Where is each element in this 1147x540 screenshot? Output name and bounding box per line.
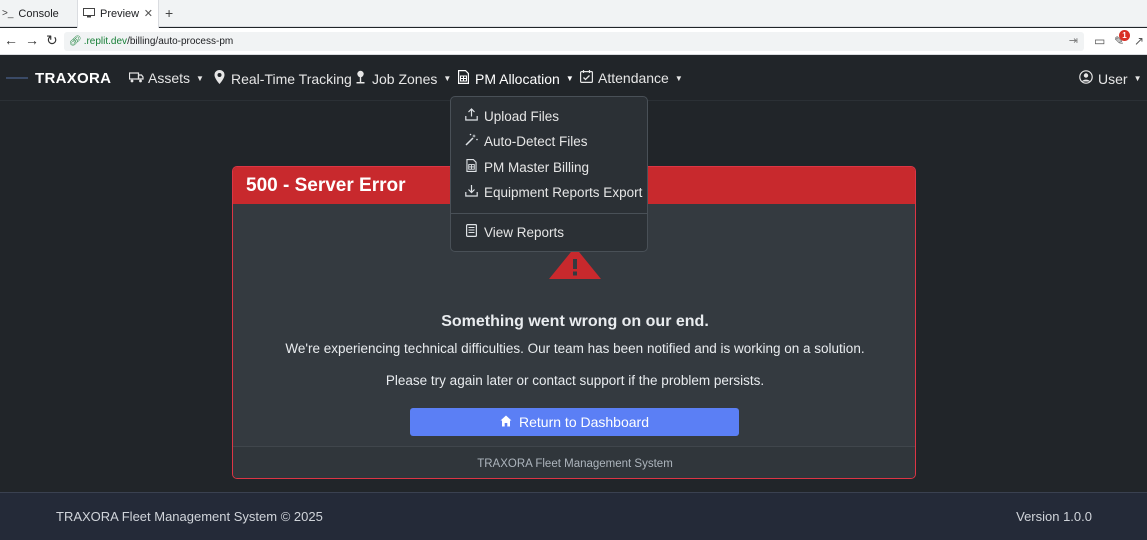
nav-item-job-zones[interactable]: Job Zones ▼ [352,70,451,87]
menu-item-equipment-reports-export[interactable]: Equipment Reports Export [464,184,642,200]
nav-item-label: Job Zones [372,70,438,87]
tab-console-label: Console [18,7,59,20]
menu-item-auto-detect-files[interactable]: Auto-Detect Files [464,133,588,149]
menu-item-pm-master-billing[interactable]: PM Master Billing [464,159,589,175]
browser-tab-bar: >_ Console Preview ✕ + [0,0,1147,28]
nav-item-label: Real-Time Tracking [231,70,352,87]
map-pin-icon [211,70,227,87]
chevron-down-icon: ▼ [674,73,683,83]
menu-item-label: PM Master Billing [484,159,590,175]
nav-item-pm-allocation[interactable]: PM Allocation ▼ [455,70,574,87]
download-icon [464,184,479,200]
new-tab-button[interactable]: + [165,5,173,21]
footer-copyright: TRAXORA Fleet Management System © 2025 [56,509,323,524]
error-message: We're experiencing technical difficultie… [285,341,865,356]
pushpin-icon [352,70,368,87]
return-to-dashboard-label: Return to Dashboard [519,414,649,430]
chevron-down-icon: ▼ [565,74,574,83]
monitor-icon [83,7,95,21]
magic-wand-icon [464,133,479,149]
notification-badge: 1 [1119,30,1130,41]
error-card-footer: TRAXORA Fleet Management System [233,446,915,478]
nav-item-attendance[interactable]: Attendance ▼ [578,70,683,86]
menu-item-label: Auto-Detect Files [484,133,588,149]
device-icon[interactable]: ▭ [1094,34,1105,48]
back-icon[interactable]: ← [4,32,18,48]
tab-preview-label: Preview [100,8,140,20]
error-heading: Something went wrong on our end. [441,313,709,330]
spreadsheet-icon [464,159,479,175]
brand-name[interactable]: TRAXORA [35,70,111,87]
menu-item-upload-files[interactable]: Upload Files [464,108,559,124]
nav-item-assets[interactable]: Assets ▼ [128,70,204,86]
menu-item-label: Equipment Reports Export [484,184,643,200]
chevron-down-icon: ▼ [1133,74,1142,83]
link-icon: 🔗︎ [69,36,82,47]
menu-item-label: Upload Files [484,108,560,124]
return-to-dashboard-button[interactable]: Return to Dashboard [410,408,739,436]
close-icon[interactable]: ✕ [144,7,153,20]
url-path: /billing/auto-process-pm [127,36,234,47]
app-navbar: TRAXORA Assets ▼ Real-Time Tracking Job … [0,56,1147,101]
upload-icon [464,108,479,124]
menu-item-label: View Reports [484,224,565,240]
home-icon [500,415,512,430]
chevron-down-icon: ▼ [443,74,452,83]
nav-item-label: Assets [148,70,191,86]
url-input[interactable]: 🔗︎ .replit.dev/billing/auto-process-pm ⇥ [64,32,1084,51]
pm-allocation-dropdown: Upload Files Auto-Detect Files PM Master… [450,96,648,252]
error-title: 500 - Server Error [246,175,406,196]
dropdown-divider [451,213,647,214]
external-link-icon[interactable]: ↗ [1134,34,1144,48]
tab-console[interactable]: >_ Console [0,0,76,27]
nav-item-label: PM Allocation [475,70,560,87]
chevron-down-icon: ▼ [196,73,204,83]
reload-icon[interactable]: ↻ [46,32,58,49]
nav-item-label: Attendance [598,70,669,86]
calendar-check-icon [578,70,594,86]
go-arrow-icon[interactable]: ⇥ [1069,32,1078,51]
user-label: User [1098,70,1128,87]
address-bar: ← → ↻ 🔗︎ .replit.dev/billing/auto-process… [0,28,1147,55]
footer-version: Version 1.0.0 [1016,509,1092,524]
brand-logo [6,77,28,79]
document-icon [464,224,479,240]
error-submessage: Please try again later or contact suppor… [385,373,765,388]
tab-preview[interactable]: Preview ✕ [77,0,159,28]
page-footer: TRAXORA Fleet Management System © 2025 V… [0,492,1147,540]
truck-icon [128,71,144,86]
spreadsheet-icon [455,70,471,87]
menu-item-view-reports[interactable]: View Reports [464,224,564,240]
forward-icon[interactable]: → [25,32,39,48]
user-circle-icon [1078,70,1094,87]
warning-triangle-icon [549,247,601,284]
url-domain: .replit.dev [83,36,128,47]
user-menu[interactable]: User ▼ [1078,70,1141,87]
terminal-icon: >_ [2,8,14,19]
nav-item-real-time-tracking[interactable]: Real-Time Tracking [211,70,352,87]
